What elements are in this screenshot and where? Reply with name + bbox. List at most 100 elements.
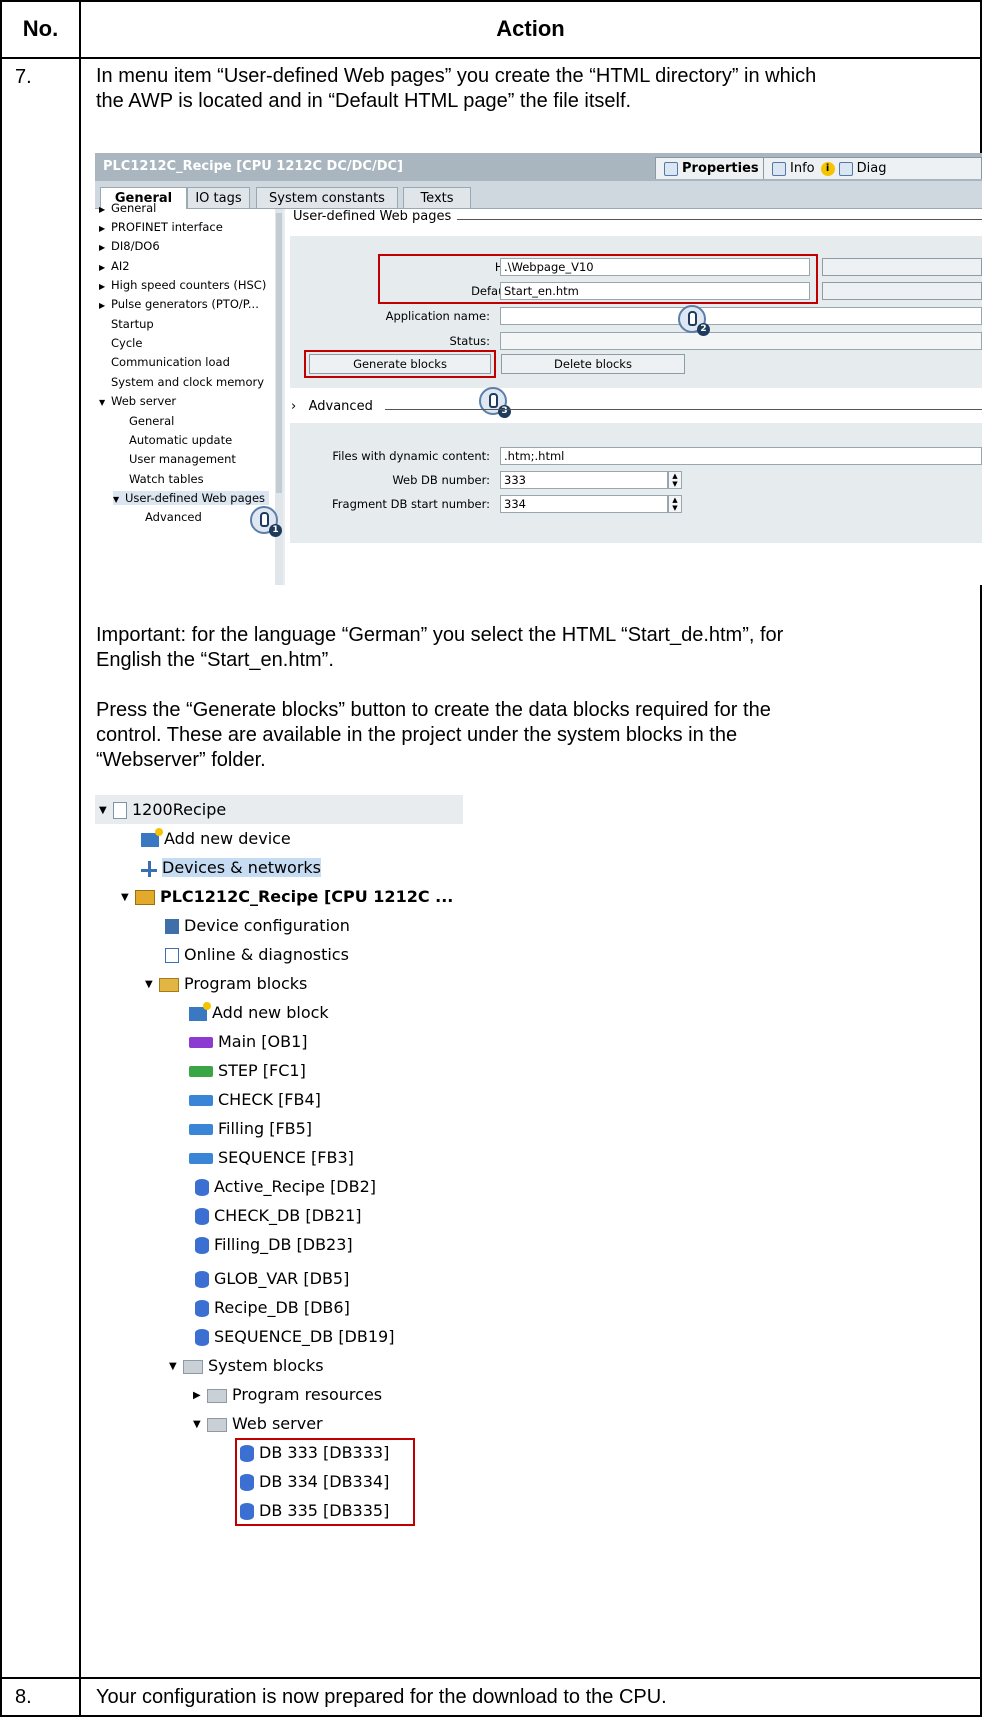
table-row-divider [0,1677,982,1679]
network-icon [141,860,157,877]
fragment-db-spinner[interactable]: ▲ ▼ [668,495,682,513]
add-block-icon [189,1001,211,1021]
table-column-divider [79,0,81,1717]
tree-item-devices-networks[interactable]: Devices & networks [141,853,322,882]
highlight-box-html-fields [378,254,818,304]
tree-item-filling-fb5[interactable]: Filling [FB5] [189,1114,312,1143]
db-icon [195,1179,209,1196]
tree-item-main-ob1[interactable]: Main [OB1] [189,1027,308,1056]
plc-icon [135,890,155,905]
nav-scrollbar-thumb[interactable] [276,213,282,493]
nav-item-di8do6[interactable]: ▶ DI8/DO6 [99,239,160,253]
mouse-cursor-callout-2: 2 [678,305,710,336]
nav-item-ws-general[interactable]: General [129,414,174,428]
nav-item-hsc[interactable]: ▶ High speed counters (HSC) [99,278,266,292]
db-icon [195,1271,209,1288]
nav-item-ai2[interactable]: ▶ AI2 [99,259,130,273]
section-divider [457,219,982,220]
highlight-box-generate [304,350,496,378]
section-user-defined-pages: User-defined Web pages [293,209,452,224]
tree-item-device-config[interactable]: Device configuration [165,911,350,940]
web-db-label: Web DB number: [392,473,490,487]
tree-item-check-fb4[interactable]: CHECK [FB4] [189,1085,321,1114]
fc-block-icon [189,1066,213,1077]
nav-item-profinet[interactable]: ▶ PROFINET interface [99,220,223,234]
tree-item-sequence-fb3[interactable]: SEQUENCE [FB3] [189,1143,354,1172]
folder-icon [159,977,179,992]
nav-item-clock-memory[interactable]: System and clock memory [111,375,264,389]
mouse-cursor-callout-3: 3 [479,387,511,418]
tree-item-glob-var[interactable]: GLOB_VAR [DB5] [195,1264,349,1293]
important-line-1: Important: for the language “German” you… [96,624,784,646]
tree-item-program-resources[interactable]: ▶ Program resources [193,1380,382,1409]
window-title: PLC1212C_Recipe [CPU 1212C DC/DC/DC] [103,159,403,174]
row7-intro: In menu item “User-defined Web pages” yo… [96,64,966,114]
tree-item-web-server[interactable]: ▼ Web server [193,1409,323,1438]
advanced-divider [385,409,982,410]
nav-item-comm-load[interactable]: Communication load [111,355,230,369]
collapse-icon: ▼ [145,979,153,990]
nav-item-cycle[interactable]: Cycle [111,336,142,350]
db-icon [195,1237,209,1254]
project-tree: ▼ 1200Recipe Add new device Devices & net… [95,795,463,1275]
tree-item-program-blocks[interactable]: ▼ Program blocks [145,969,307,998]
tree-item-filling-db[interactable]: Filling_DB [DB23] [195,1230,353,1259]
db-icon [195,1300,209,1317]
row7-press: Press the “Generate blocks” button to cr… [96,698,966,773]
collapse-icon: ▼ [193,1419,201,1430]
ob-block-icon [189,1037,213,1048]
tree-item-plc[interactable]: ▼ PLC1212C_Recipe [CPU 1212C ... [121,882,453,911]
row7-important: Important: for the language “German” you… [96,623,966,673]
fb-block-icon [189,1124,213,1135]
document-page: No. Action 7. In menu item “User-defined… [0,0,982,1717]
tab-info[interactable]: Info i Diag [763,157,982,179]
tree-item-step-fc1[interactable]: STEP [FC1] [189,1056,306,1085]
status-label: Status: [449,334,490,348]
status-field [500,332,982,350]
tree-item-recipe-db[interactable]: Recipe_DB [DB6] [195,1293,350,1322]
tree-item-add-block[interactable]: Add new block [189,998,329,1027]
project-tree-continued: GLOB_VAR [DB5] Recipe_DB [DB6] SEQUENCE_… [95,1269,463,1670]
nav-item-user-management[interactable]: User management [129,452,236,466]
fb-block-icon [189,1095,213,1106]
nav-item-watch-tables[interactable]: Watch tables [129,472,204,486]
application-name-field[interactable] [500,307,982,325]
fragment-db-label: Fragment DB start number: [332,497,490,511]
section-advanced[interactable]: › Advanced [291,399,373,414]
tree-item-sequence-db[interactable]: SEQUENCE_DB [DB19] [195,1322,394,1351]
tree-item-add-device[interactable]: Add new device [141,824,291,853]
tab-io-tags[interactable]: IO tags [187,187,250,209]
tree-item-online-diag[interactable]: Online & diagnostics [165,940,349,969]
device-config-icon [165,919,179,934]
tree-item-system-blocks[interactable]: ▼ System blocks [169,1351,324,1380]
fragment-db-field[interactable]: 334 [500,495,668,513]
default-page-browse-button[interactable] [822,282,982,300]
nav-item-advanced[interactable]: Advanced [145,510,202,524]
info-tab-icon [772,161,786,176]
html-directory-browse-button[interactable] [822,258,982,276]
nav-item-user-defined-pages[interactable]: ▼ User-defined Web pages [113,491,270,505]
web-db-field[interactable]: 333 [500,471,668,489]
mouse-cursor-callout-1: 1 [250,506,282,537]
header-no: No. [22,16,59,41]
nav-item-web-server[interactable]: ▼ Web server [99,394,176,408]
tree-item-active-recipe[interactable]: Active_Recipe [DB2] [195,1172,376,1201]
project-icon [113,802,127,819]
web-db-spinner[interactable]: ▲ ▼ [668,471,682,489]
dynamic-content-field[interactable]: .htm;.html [500,447,982,465]
system-folder-icon [183,1359,203,1374]
system-folder-icon [207,1388,227,1403]
diagnostics-icon [165,948,179,963]
nav-item-general[interactable]: ▶ General [99,201,156,215]
nav-item-pulse[interactable]: ▶ Pulse generators (PTO/P... [99,297,259,311]
nav-item-startup[interactable]: Startup [111,317,154,331]
delete-blocks-button[interactable]: Delete blocks [501,354,685,374]
press-line-3: “Webserver” folder. [96,749,266,771]
tab-system-constants[interactable]: System constants [256,187,398,209]
tree-item-check-db[interactable]: CHECK_DB [DB21] [195,1201,362,1230]
tab-texts[interactable]: Texts [403,187,471,209]
system-folder-icon [207,1417,227,1432]
nav-item-automatic-update[interactable]: Automatic update [129,433,232,447]
tab-properties[interactable]: Properties [655,157,768,179]
tree-item-project[interactable]: ▼ 1200Recipe [99,795,226,824]
